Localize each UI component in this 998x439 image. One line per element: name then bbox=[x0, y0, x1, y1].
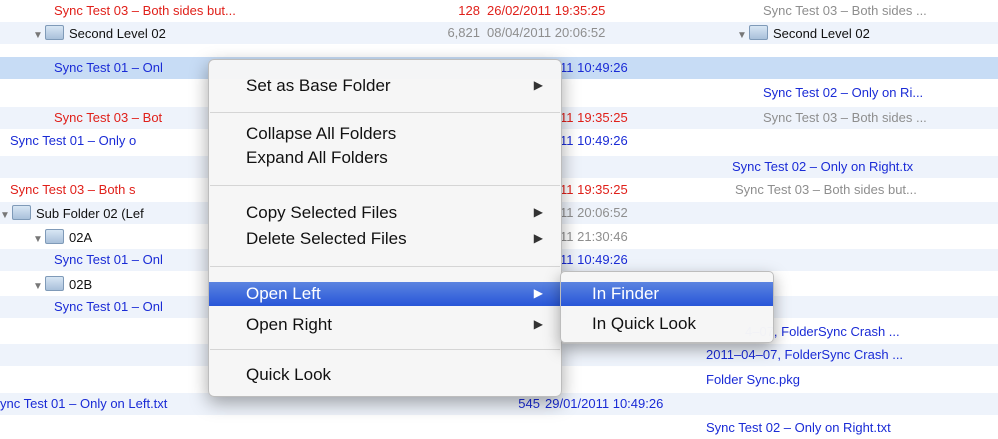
file-date: 11 10:49:26 bbox=[560, 252, 628, 267]
file-date: 11 20:06:52 bbox=[560, 205, 628, 220]
folder-icon bbox=[45, 229, 64, 244]
folder-icon bbox=[45, 276, 64, 291]
disclosure-triangle-icon[interactable]: ▼ bbox=[33, 28, 45, 44]
menu-item-copy-selected-files[interactable]: Copy Selected Files ▶ bbox=[209, 201, 561, 225]
menu-item-open-left[interactable]: Open Left ▶ bbox=[209, 282, 561, 306]
file-date: 08/04/2011 20:06:52 bbox=[487, 25, 606, 40]
submenu-arrow-icon: ▶ bbox=[533, 286, 543, 300]
left-file-name: Sync Test 01 – Onl bbox=[54, 252, 163, 267]
disclosure-triangle-icon[interactable]: ▼ bbox=[33, 232, 45, 248]
file-date: 26/02/2011 19:35:25 bbox=[487, 3, 606, 18]
right-file-name: 4–07, FolderSync Crash ... bbox=[745, 324, 900, 339]
left-file-name: Sync Test 03 – Both sides but... bbox=[54, 3, 236, 18]
right-file-name: Sync Test 02 – Only on Ri... bbox=[763, 85, 924, 100]
submenu-arrow-icon: ▶ bbox=[533, 231, 543, 245]
menu-separator bbox=[210, 266, 560, 267]
right-file-name: Sync Test 03 – Both sides but... bbox=[735, 182, 917, 197]
submenu-arrow-icon: ▶ bbox=[533, 205, 543, 219]
open-left-submenu: In Finder In Quick Look bbox=[560, 271, 774, 343]
file-size: 545 bbox=[518, 396, 540, 411]
submenu-arrow-icon: ▶ bbox=[533, 317, 543, 331]
table-row[interactable]: Sync Test 03 – Both sides but... 128 26/… bbox=[0, 0, 998, 22]
disclosure-triangle-icon[interactable]: ▼ bbox=[33, 279, 45, 295]
file-date: 11 10:49:26 bbox=[560, 133, 628, 148]
submenu-item-in-finder[interactable]: In Finder bbox=[561, 282, 773, 306]
left-folder-name: Second Level 02 bbox=[69, 26, 166, 41]
menu-item-quick-look[interactable]: Quick Look bbox=[209, 363, 561, 387]
left-folder-name: 02B bbox=[69, 277, 93, 292]
submenu-arrow-icon: ▶ bbox=[533, 78, 543, 92]
right-file-name: Sync Test 02 – Only on Right.txt bbox=[706, 420, 891, 435]
file-date: 11 19:35:25 bbox=[560, 110, 628, 125]
menu-item-open-right[interactable]: Open Right ▶ bbox=[209, 313, 561, 337]
folder-icon bbox=[45, 25, 64, 40]
right-file-name: Folder Sync.pkg bbox=[706, 372, 800, 387]
file-size: 6,821 bbox=[447, 25, 480, 40]
file-size: 128 bbox=[458, 3, 480, 18]
menu-separator bbox=[210, 185, 560, 186]
submenu-item-in-quick-look[interactable]: In Quick Look bbox=[561, 312, 773, 336]
context-menu: Set as Base Folder ▶ Collapse All Folder… bbox=[208, 59, 562, 397]
right-file-name: Sync Test 03 – Both sides ... bbox=[763, 3, 927, 18]
file-date: 11 19:35:25 bbox=[560, 182, 628, 197]
right-file-name: Sync Test 02 – Only on Right.tx bbox=[732, 159, 914, 174]
file-date: 11 10:49:26 bbox=[560, 60, 628, 75]
menu-separator bbox=[210, 349, 560, 350]
menu-item-collapse-all-folders[interactable]: Collapse All Folders bbox=[209, 122, 561, 146]
left-file-name: ync Test 01 – Only on Left.txt bbox=[0, 396, 168, 411]
disclosure-triangle-icon[interactable]: ▼ bbox=[737, 28, 749, 44]
menu-item-set-base-folder[interactable]: Set as Base Folder ▶ bbox=[209, 74, 561, 98]
left-file-name: Sync Test 01 – Only o bbox=[10, 133, 137, 148]
left-folder-name: Sub Folder 02 (Lef bbox=[36, 206, 144, 221]
left-file-name: Sync Test 03 – Both s bbox=[10, 182, 136, 197]
menu-separator bbox=[210, 112, 560, 113]
right-folder-name: Second Level 02 bbox=[773, 26, 870, 41]
right-file-name: Sync Test 03 – Both sides ... bbox=[763, 110, 927, 125]
menu-item-expand-all-folders[interactable]: Expand All Folders bbox=[209, 146, 561, 170]
table-row[interactable]: ▼ Second Level 02 6,821 08/04/2011 20:06:… bbox=[0, 22, 998, 44]
folder-icon bbox=[12, 205, 31, 220]
left-file-name: Sync Test 01 – Onl bbox=[54, 299, 163, 314]
left-folder-name: 02A bbox=[69, 230, 93, 245]
right-file-name: 2011–04–07, FolderSync Crash ... bbox=[706, 347, 904, 362]
table-row[interactable]: Sync Test 02 – Only on Right.txt bbox=[0, 417, 998, 439]
file-date: 11 21:30:46 bbox=[560, 229, 628, 244]
disclosure-triangle-icon[interactable]: ▼ bbox=[0, 208, 12, 224]
folder-icon bbox=[749, 25, 768, 40]
menu-item-delete-selected-files[interactable]: Delete Selected Files ▶ bbox=[209, 227, 561, 251]
file-date: 29/01/2011 10:49:26 bbox=[545, 396, 664, 411]
